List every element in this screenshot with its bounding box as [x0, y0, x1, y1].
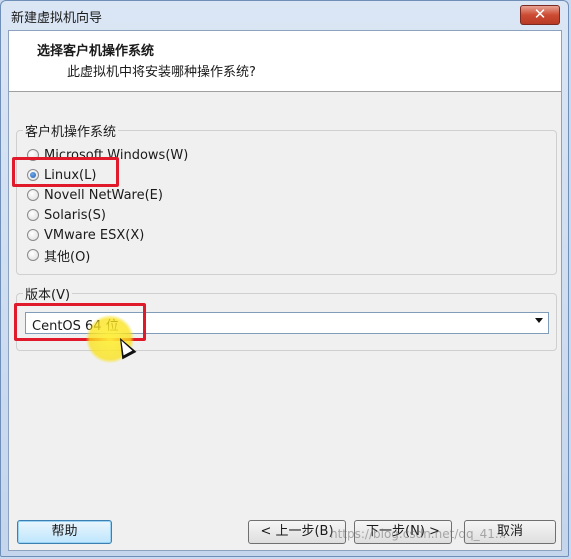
page-title: 选择客户机操作系统 [37, 44, 155, 59]
page-subtitle: 此虚拟机中将安装哪种操作系统? [67, 65, 256, 80]
radio-button[interactable] [27, 209, 39, 221]
radio-label: VMware ESX(X) [44, 227, 145, 243]
title-bar[interactable]: 新建虚拟机向导 ✕ [1, 1, 568, 31]
linux-highlight-box [12, 157, 119, 187]
close-button[interactable]: ✕ [520, 5, 560, 25]
guest-os-group: 客户机操作系统 Microsoft Windows(W) Linux(L) No… [16, 121, 557, 275]
close-icon: ✕ [533, 5, 547, 23]
radio-button[interactable] [27, 229, 39, 241]
radio-label: Solaris(S) [44, 207, 106, 223]
wizard-window: 新建虚拟机向导 ✕ 选择客户机操作系统 此虚拟机中将安装哪种操作系统? 客户机操… [0, 0, 569, 557]
window-title: 新建虚拟机向导 [11, 11, 103, 26]
radio-button[interactable] [27, 249, 39, 261]
wizard-client-area: 选择客户机操作系统 此虚拟机中将安装哪种操作系统? 客户机操作系统 Micros… [8, 30, 562, 551]
chevron-down-icon[interactable] [535, 318, 543, 323]
radio-label: 其他(O) [44, 249, 91, 265]
radio-other[interactable]: 其他(O) [27, 246, 91, 265]
radio-button[interactable] [27, 189, 39, 201]
wizard-header: 选择客户机操作系统 此虚拟机中将安装哪种操作系统? [9, 31, 561, 92]
radio-label: Novell NetWare(E) [44, 187, 163, 203]
radio-netware[interactable]: Novell NetWare(E) [27, 186, 163, 204]
version-group-label: 版本(V) [23, 284, 73, 303]
radio-solaris[interactable]: Solaris(S) [27, 206, 106, 224]
watermark: https://blog.csdn.net/qq_41... [330, 527, 507, 541]
radio-vmware-esx[interactable]: VMware ESX(X) [27, 226, 144, 244]
guest-os-group-label: 客户机操作系统 [23, 121, 119, 140]
help-button[interactable]: 帮助 [17, 520, 112, 544]
